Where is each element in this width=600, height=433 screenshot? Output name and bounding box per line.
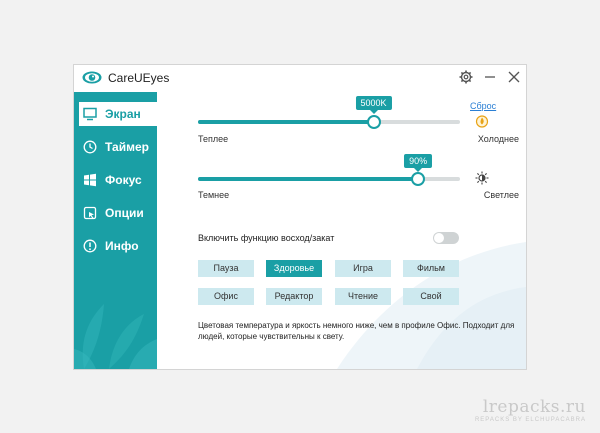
brightness-slider[interactable] [198, 172, 460, 186]
sidebar-item-options[interactable]: Опции [79, 201, 157, 225]
preset-game-button[interactable]: Игра [335, 260, 391, 277]
gear-icon[interactable] [457, 68, 475, 86]
options-icon [83, 206, 97, 220]
brightness-slider-fill [198, 177, 419, 181]
careueyes-window: CareUEyes Экран Таймер Фокус Опции Инфо … [73, 64, 527, 370]
preset-office-button[interactable]: Офис [198, 288, 254, 305]
temperature-slider-thumb[interactable] [366, 115, 381, 129]
sidebar-item-label: Таймер [105, 140, 149, 154]
brightness-slider-thumb[interactable] [411, 172, 426, 186]
temperature-slider-fill [198, 120, 374, 124]
screen-panel: 5000K Теплее Холоднее Сброс 90% Темнее С… [157, 92, 526, 369]
app-title: CareUEyes [108, 71, 170, 85]
temperature-value-badge: 5000K [355, 96, 392, 114]
sidebar-item-label: Фокус [105, 173, 142, 187]
eye-logo-icon [82, 71, 102, 84]
sidebar-item-timer[interactable]: Таймер [79, 135, 157, 159]
preset-reading-button[interactable]: Чтение [335, 288, 391, 305]
info-icon [83, 239, 97, 253]
sidebar: Экран Таймер Фокус Опции Инфо [74, 92, 157, 369]
toggle-knob [434, 233, 444, 243]
title-bar: CareUEyes [74, 65, 526, 91]
temperature-slider[interactable] [198, 115, 460, 129]
minimize-icon[interactable] [481, 68, 499, 86]
preset-custom-button[interactable]: Свой [403, 288, 459, 305]
watermark-credit: REPACKS BY ELCHUPACABRA [474, 417, 586, 423]
preset-health-button[interactable]: Здоровье [266, 260, 322, 277]
sidebar-item-screen[interactable]: Экран [79, 102, 157, 126]
sidebar-item-info[interactable]: Инфо [79, 234, 157, 258]
sidebar-item-label: Опции [105, 206, 144, 220]
reset-link[interactable]: Сброс [470, 101, 496, 111]
leaves-decoration [74, 304, 157, 369]
cooler-label: Холоднее [477, 134, 519, 144]
sunrise-sunset-label: Включить функцию восход/закат [198, 233, 335, 243]
brightness-value-badge: 90% [404, 154, 433, 172]
sidebar-item-label: Инфо [105, 239, 139, 253]
watermark: lrepacks.ru REPACKS BY ELCHUPACABRA [475, 397, 586, 423]
warmer-label: Теплее [198, 134, 229, 144]
preset-editor-button[interactable]: Редактор [266, 288, 322, 305]
lighter-label: Светлее [483, 190, 519, 200]
preset-movie-button[interactable]: Фильм [403, 260, 459, 277]
clock-icon [83, 140, 97, 154]
close-icon[interactable] [505, 68, 523, 86]
profile-description: Цветовая температура и яркость немного н… [198, 321, 515, 341]
sidebar-item-label: Экран [105, 107, 141, 121]
flame-icon [475, 115, 489, 128]
darker-label: Темнее [198, 190, 230, 200]
preset-pause-button[interactable]: Пауза [198, 260, 254, 277]
windows-icon [84, 173, 96, 187]
sunrise-sunset-toggle[interactable] [433, 232, 459, 244]
watermark-site: lrepacks.ru [482, 397, 586, 417]
sidebar-item-focus[interactable]: Фокус [79, 168, 157, 192]
monitor-icon [83, 107, 97, 121]
sun-icon [475, 171, 489, 185]
